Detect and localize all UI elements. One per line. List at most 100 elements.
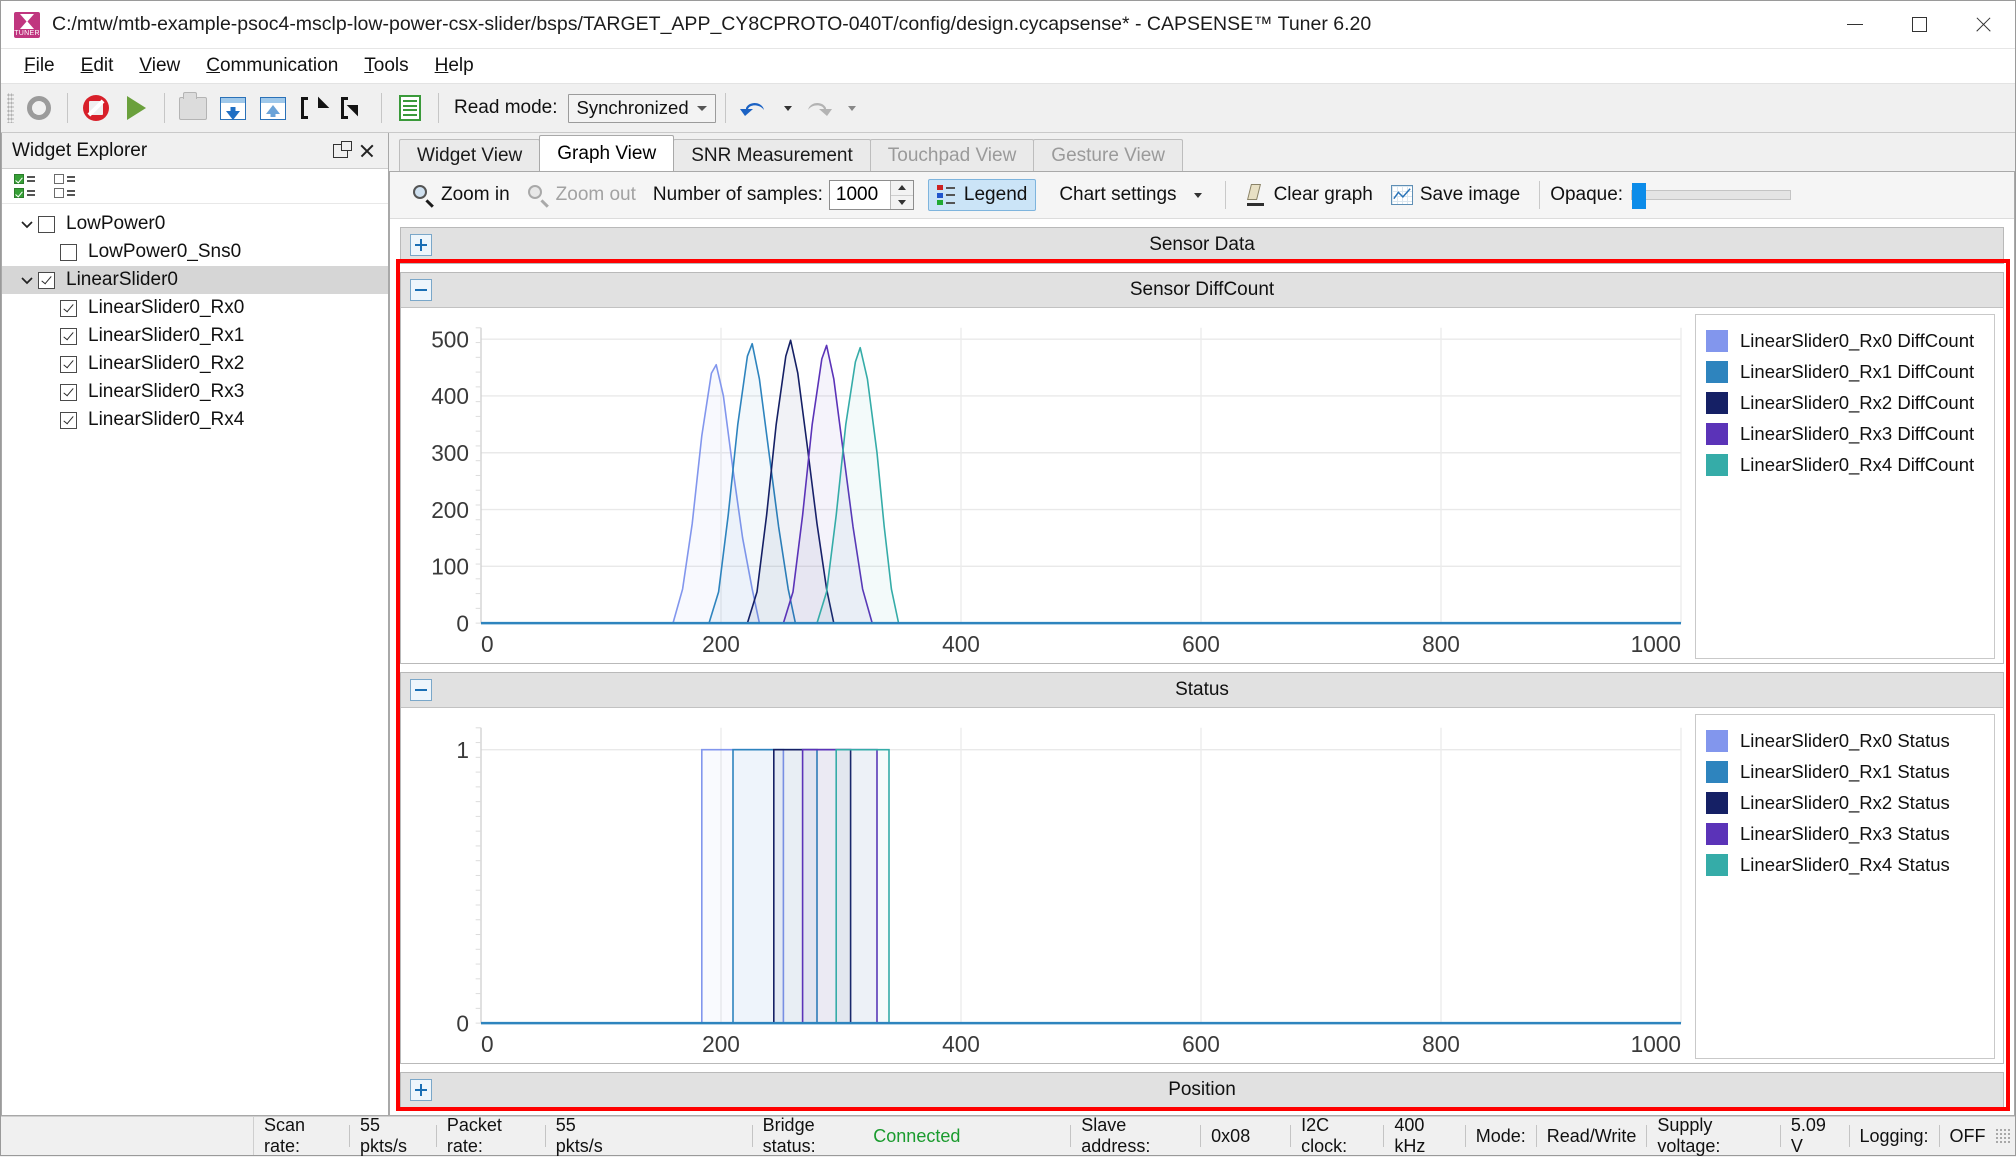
tree-item-lowpower0[interactable]: LowPower0 [2,210,388,238]
tree-item-lowpower0_sns0[interactable]: LowPower0_Sns0 [2,238,388,266]
menu-edit[interactable]: Edit [68,51,127,81]
resize-grip[interactable] [1995,1128,2010,1144]
legend-item[interactable]: LinearSlider0_Rx0 DiffCount [1706,325,1988,356]
tree-item-linearslider0_rx3[interactable]: LinearSlider0_Rx3 [2,378,388,406]
section-header-sensor-data[interactable]: Sensor Data [401,228,2003,263]
samples-input[interactable]: 1000 [830,181,890,209]
zoom-in-icon [413,185,434,206]
zoom-out-button[interactable]: Zoom out [519,179,645,211]
open-button[interactable] [174,89,212,127]
redo-button[interactable] [799,89,837,127]
tree-item-checkbox[interactable] [60,412,77,429]
check-all-icon[interactable] [14,174,40,198]
export-button[interactable] [334,89,372,127]
legend-item[interactable]: LinearSlider0_Rx4 Status [1706,849,1988,880]
tree-item-checkbox[interactable] [60,328,77,345]
samples-decrement[interactable] [891,196,913,210]
toolbar-separator [381,93,382,123]
chevron-down-icon [784,106,792,111]
minimize-button[interactable] [1823,1,1887,48]
log-button[interactable] [391,89,429,127]
samples-increment[interactable] [891,181,913,196]
tab-snr-measurement[interactable]: SNR Measurement [673,139,871,171]
legend-item-label: LinearSlider0_Rx1 DiffCount [1740,361,1974,383]
tree-item-checkbox[interactable] [60,384,77,401]
menu-communication[interactable]: Communication [193,51,351,81]
opacity-slider[interactable] [1631,190,1791,200]
zoom-in-button[interactable]: Zoom in [404,179,519,211]
legend-color-swatch [1706,330,1728,352]
tree-item-checkbox[interactable] [60,356,77,373]
read-mode-select[interactable]: Synchronized [568,94,716,123]
stop-button[interactable] [77,89,115,127]
toolbar-separator [164,93,165,123]
tab-widget-view[interactable]: Widget View [399,139,540,171]
maximize-button[interactable] [1887,1,1951,48]
plot-sensor-diffcount[interactable]: 010020030040050002004006008001000 [409,314,1689,659]
tree-item-checkbox[interactable] [60,300,77,317]
chevron-down-icon[interactable] [16,216,38,232]
legend-item[interactable]: LinearSlider0_Rx2 Status [1706,787,1988,818]
toolbar-grip[interactable] [7,93,14,123]
legend-item[interactable]: LinearSlider0_Rx1 DiffCount [1706,356,1988,387]
tree-item-checkbox[interactable] [38,216,55,233]
clear-graph-button[interactable]: Clear graph [1236,179,1382,211]
section-header-status[interactable]: Status [401,673,2003,708]
menu-bar: File Edit View Communication Tools Help [1,49,2015,84]
tree-item-linearslider0_rx2[interactable]: LinearSlider0_Rx2 [2,350,388,378]
tree-item-checkbox[interactable] [38,272,55,289]
redo-dropdown-button[interactable] [839,89,861,127]
tree-item-linearslider0_rx0[interactable]: LinearSlider0_Rx0 [2,294,388,322]
legend-item[interactable]: LinearSlider0_Rx1 Status [1706,756,1988,787]
plot-status[interactable]: 0102004006008001000 [409,714,1689,1059]
menu-file[interactable]: File [11,51,68,81]
apply-to-device-button[interactable] [214,89,252,127]
close-button[interactable] [1951,1,2015,48]
samples-stepper[interactable]: 1000 [829,180,914,210]
uncheck-all-icon[interactable] [54,174,80,198]
tab-graph-view[interactable]: Graph View [539,135,674,171]
scan-rate-label: Scan rate: [254,1117,349,1155]
legend-toggle-button[interactable]: Legend [928,179,1036,211]
x-tick-label: 800 [1422,1031,1460,1057]
tab-label: Gesture View [1051,145,1165,167]
widget-explorer-panel: Widget Explorer LowPower0LowPower0_Sns0L… [1,133,389,1116]
menu-tools[interactable]: Tools [351,51,421,81]
section-sensor-data: Sensor Data [400,227,2004,264]
gear-icon [27,96,51,120]
tree-item-checkbox[interactable] [60,244,77,261]
legend-item[interactable]: LinearSlider0_Rx4 DiffCount [1706,449,1988,480]
opacity-slider-thumb[interactable] [1632,183,1646,209]
tree-item-label: LinearSlider0 [66,269,178,291]
apply-to-project-button[interactable] [254,89,292,127]
legend-item-label: LinearSlider0_Rx0 Status [1740,730,1950,752]
settings-button[interactable] [20,89,58,127]
legend-item[interactable]: LinearSlider0_Rx3 Status [1706,818,1988,849]
undo-dropdown-button[interactable] [775,89,797,127]
import-button[interactable] [294,89,332,127]
chevron-down-icon [697,106,707,111]
section-header-sensor-diffcount[interactable]: Sensor DiffCount [401,273,2003,308]
legend-item[interactable]: LinearSlider0_Rx2 DiffCount [1706,387,1988,418]
undock-panel-icon[interactable] [333,144,348,158]
chevron-down-icon[interactable] [16,272,38,288]
tree-item-linearslider0[interactable]: LinearSlider0 [2,266,388,294]
legend-item-label: LinearSlider0_Rx3 DiffCount [1740,423,1974,445]
menu-help[interactable]: Help [422,51,487,81]
close-panel-icon[interactable] [360,144,374,158]
tree-item-linearslider0_rx4[interactable]: LinearSlider0_Rx4 [2,406,388,434]
start-button[interactable] [117,89,155,127]
section-header-position[interactable]: Position [401,1073,2003,1108]
chevron-up-icon [898,185,906,190]
save-image-button[interactable]: Save image [1382,179,1529,211]
folder-open-icon [179,97,207,120]
undo-button[interactable] [735,89,773,127]
legend-item[interactable]: LinearSlider0_Rx3 DiffCount [1706,418,1988,449]
bridge-status-value: Connected [873,1117,1070,1155]
legend-item[interactable]: LinearSlider0_Rx0 Status [1706,725,1988,756]
tree-item-linearslider0_rx1[interactable]: LinearSlider0_Rx1 [2,322,388,350]
legend-color-swatch [1706,392,1728,414]
y-tick-label: 300 [431,440,469,466]
menu-view[interactable]: View [126,51,193,81]
chart-settings-button[interactable]: Chart settings [1050,179,1214,211]
